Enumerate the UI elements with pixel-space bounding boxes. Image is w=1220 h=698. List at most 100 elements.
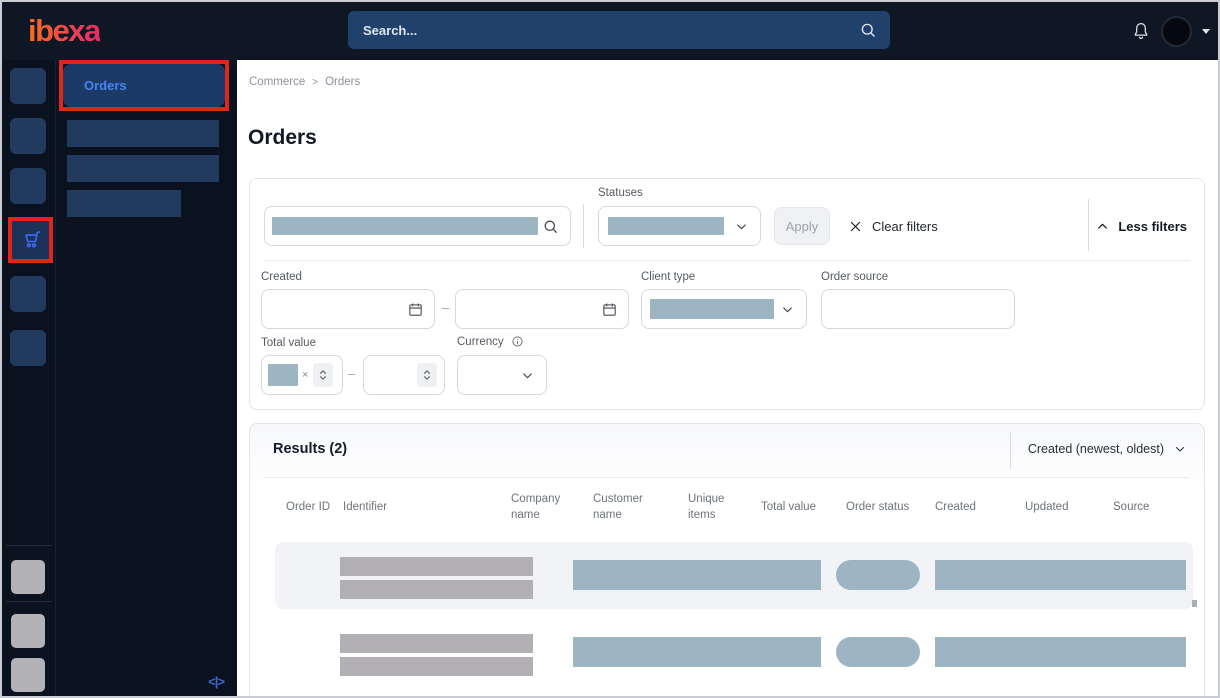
breadcrumb-separator: >: [312, 76, 319, 88]
number-stepper[interactable]: [417, 363, 437, 387]
column-header-identifier: Identifier: [343, 501, 388, 514]
sidebar-bottom-item-3[interactable]: [11, 658, 45, 692]
breadcrumb-orders[interactable]: Orders: [325, 76, 360, 88]
results-title: Results (2): [273, 441, 348, 457]
input-placeholder-bar: [272, 217, 538, 235]
close-icon: [848, 219, 863, 234]
status-pill-placeholder: [836, 560, 920, 590]
customer-placeholder-bar: [573, 637, 821, 667]
dates-placeholder-bar: [935, 560, 1186, 590]
created-to-input[interactable]: [455, 289, 629, 329]
scrollbar-dot: [1192, 600, 1197, 607]
table-row[interactable]: [275, 617, 1193, 684]
divider: [1088, 199, 1089, 251]
annotation-box-orders: Orders: [59, 60, 229, 111]
page-title: Orders: [248, 126, 317, 149]
search-input[interactable]: [348, 22, 859, 38]
top-bar: ibexa: [2, 2, 1218, 60]
filter-search-input[interactable]: [264, 206, 571, 246]
number-stepper[interactable]: [313, 363, 334, 387]
calendar-icon[interactable]: [407, 301, 424, 318]
user-avatar[interactable]: [1161, 15, 1192, 47]
currency-dropdown[interactable]: [457, 355, 547, 395]
column-header-unique-items: Unique items: [688, 493, 725, 521]
currency-label-text: Currency: [457, 336, 504, 348]
customer-placeholder-bar: [573, 560, 821, 590]
chevron-up-icon: [1095, 219, 1110, 234]
sort-dropdown[interactable]: Created (newest, oldest): [1028, 442, 1187, 456]
sidebar-item-6[interactable]: [10, 330, 46, 366]
sidebar-bottom-item-2[interactable]: [11, 614, 45, 648]
search-icon[interactable]: [542, 218, 559, 235]
input-placeholder-bar: [268, 364, 298, 386]
order-source-label: Order source: [821, 271, 889, 283]
breadcrumb-commerce[interactable]: Commerce: [249, 76, 305, 88]
column-header-company-name: Company name: [511, 493, 561, 521]
order-source-input[interactable]: [821, 289, 1015, 329]
calendar-icon[interactable]: [601, 301, 618, 318]
main-content: Commerce > Orders Orders Statuses Apply …: [237, 60, 1218, 696]
sidebar-item-orders[interactable]: Orders: [63, 64, 225, 107]
multiply-sign: ×: [302, 369, 309, 381]
icon-sidebar: [2, 60, 56, 696]
column-header-created: Created: [935, 501, 976, 514]
range-separator: –: [348, 366, 356, 381]
sidebar-item-5[interactable]: [10, 276, 46, 312]
statuses-dropdown[interactable]: [598, 206, 761, 246]
column-header-updated: Updated: [1025, 501, 1069, 514]
less-filters-button[interactable]: Less filters: [1095, 207, 1187, 245]
ibexa-logo: ibexa: [28, 13, 101, 48]
column-header-source: Source: [1113, 501, 1150, 514]
user-menu-caret-icon[interactable]: [1202, 28, 1210, 34]
secondary-sidebar: Orders <|>: [56, 60, 237, 696]
sidebar-item-3[interactable]: [10, 168, 46, 204]
dropdown-placeholder-bar: [608, 217, 724, 235]
currency-label: Currency: [457, 335, 524, 348]
divider: [265, 477, 1189, 478]
column-header-order-id: Order ID: [286, 501, 331, 514]
total-value-max-input[interactable]: [363, 355, 445, 395]
divider: [583, 204, 584, 248]
created-from-input[interactable]: [261, 289, 435, 329]
dropdown-placeholder-bar: [650, 299, 774, 319]
clear-filters-button[interactable]: Clear filters: [848, 207, 938, 245]
sidebar-divider: [6, 601, 52, 602]
column-header-order-status: Order status: [846, 501, 910, 514]
sidebar-item-1[interactable]: [10, 68, 46, 104]
divider: [264, 260, 1190, 261]
range-separator: –: [442, 300, 450, 315]
client-type-dropdown[interactable]: [641, 289, 807, 329]
sidebar-collapse-icon[interactable]: <|>: [208, 674, 225, 689]
apply-button[interactable]: Apply: [774, 207, 830, 245]
total-value-min-input[interactable]: ×: [261, 355, 343, 395]
dates-placeholder-bar: [935, 637, 1186, 667]
topbar-actions: [1131, 2, 1210, 60]
app-window: ibexa Search... Orders <|> Commerce > Or…: [0, 0, 1220, 698]
chevron-down-icon: [734, 219, 749, 234]
sidebar-item-placeholder[interactable]: [67, 120, 219, 147]
divider: [1010, 431, 1011, 469]
results-panel: Results (2) Created (newest, oldest) Ord…: [249, 423, 1205, 696]
sidebar-item-2[interactable]: [10, 118, 46, 154]
identifier-placeholder-bar: [340, 580, 533, 599]
identifier-placeholder-bar: [340, 657, 533, 676]
sidebar-bottom-item-1[interactable]: [11, 560, 45, 594]
clear-filters-label: Clear filters: [872, 218, 938, 234]
search-icon[interactable]: [859, 21, 877, 39]
filters-panel: Statuses Apply Clear filters Less filter…: [249, 178, 1205, 410]
orders-item-label: Orders: [84, 78, 127, 93]
shopping-cart-icon[interactable]: [19, 228, 43, 252]
identifier-placeholder-bar: [340, 557, 533, 576]
total-value-label: Total value: [261, 337, 316, 349]
notification-bell-icon[interactable]: [1131, 21, 1151, 41]
info-icon[interactable]: [511, 335, 524, 348]
sidebar-divider: [6, 545, 52, 546]
sidebar-item-placeholder[interactable]: [67, 190, 181, 217]
global-search[interactable]: [348, 11, 890, 49]
table-row[interactable]: [275, 542, 1193, 609]
created-label: Created: [261, 271, 302, 283]
annotation-box-cart: [8, 217, 53, 263]
sidebar-item-placeholder[interactable]: [67, 155, 219, 182]
sort-value: Created (newest, oldest): [1027, 442, 1164, 456]
status-pill-placeholder: [836, 637, 920, 667]
